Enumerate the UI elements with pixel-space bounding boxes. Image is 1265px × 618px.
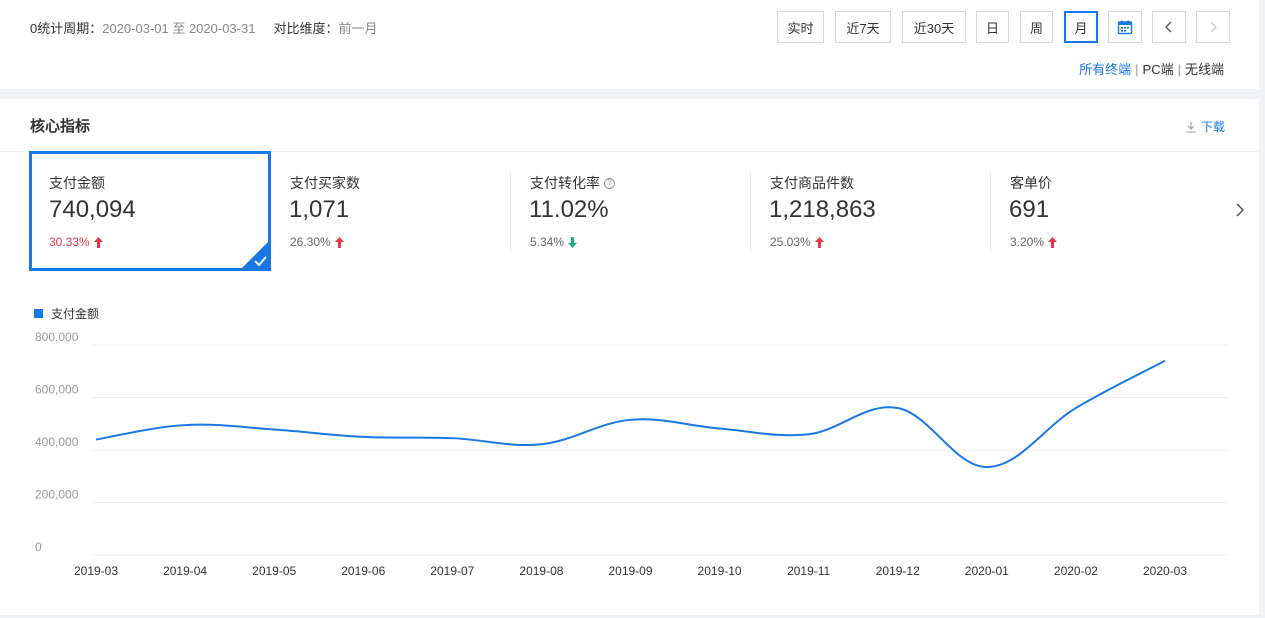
terminal-all[interactable]: 所有终端 bbox=[1079, 62, 1131, 77]
compare-value: 前一月 bbox=[338, 21, 378, 36]
data-point[interactable] bbox=[1074, 406, 1078, 410]
line-chart: 800,000 600,000 400,000 200,000 0 2019-03 2019… bbox=[35, 330, 1228, 578]
x-tick-label: 2020-02 bbox=[1054, 564, 1098, 578]
calendar-icon bbox=[1117, 20, 1133, 35]
x-tick-label: 2020-03 bbox=[1143, 564, 1187, 578]
x-tick-label: 2019-06 bbox=[341, 564, 385, 578]
x-tick-label: 2019-11 bbox=[787, 564, 830, 578]
data-point[interactable] bbox=[985, 465, 989, 469]
terminal-switch: 所有终端 | PC端 | 无线端 bbox=[1079, 62, 1224, 77]
x-tick-label: 2019-05 bbox=[252, 564, 296, 578]
period-week-button[interactable]: 周 bbox=[1020, 11, 1053, 43]
y-tick-label: 200,000 bbox=[35, 488, 79, 502]
x-tick-label: 2019-03 bbox=[74, 564, 118, 578]
period-label: 0统计周期： bbox=[30, 21, 103, 36]
period-realtime-button[interactable]: 实时 bbox=[777, 11, 824, 43]
x-tick-label: 2019-12 bbox=[876, 564, 920, 578]
data-point[interactable] bbox=[1163, 359, 1167, 363]
y-tick-label: 600,000 bbox=[35, 383, 79, 397]
period-range: 2020-03-01 至 2020-03-31 bbox=[102, 21, 256, 36]
period-30days-button[interactable]: 近30天 bbox=[902, 11, 966, 43]
period-7days-button[interactable]: 近7天 bbox=[835, 11, 891, 43]
data-point[interactable] bbox=[896, 406, 900, 410]
period-info: 0统计周期：2020-03-01 至 2020-03-31 对比维度：前一月 bbox=[30, 18, 378, 37]
chevron-left-icon bbox=[1165, 21, 1172, 33]
terminal-wireless[interactable]: 无线端 bbox=[1185, 62, 1224, 77]
next-period-button[interactable] bbox=[1196, 11, 1230, 43]
x-tick-label: 2019-10 bbox=[698, 564, 742, 578]
x-tick-label: 2020-01 bbox=[965, 564, 1009, 578]
data-point[interactable] bbox=[450, 436, 454, 440]
prev-period-button[interactable] bbox=[1152, 11, 1186, 43]
calendar-button[interactable] bbox=[1108, 11, 1142, 43]
terminal-pc[interactable]: PC端 bbox=[1143, 62, 1174, 77]
core-metrics-panel: 核心指标 下载 支付金额 740,094 30.33% 支付买家数 1,071 … bbox=[0, 99, 1259, 615]
data-point[interactable] bbox=[539, 442, 543, 446]
series-line-payment-amount bbox=[95, 359, 1166, 469]
filter-panel: 0统计周期：2020-03-01 至 2020-03-31 对比维度：前一月 实时… bbox=[0, 0, 1259, 89]
y-tick-label: 400,000 bbox=[35, 435, 79, 449]
data-point[interactable] bbox=[94, 438, 98, 442]
x-tick-label: 2019-07 bbox=[430, 564, 474, 578]
data-point[interactable] bbox=[718, 426, 722, 430]
compare-label: 对比维度： bbox=[273, 21, 339, 36]
period-day-button[interactable]: 日 bbox=[976, 11, 1009, 43]
x-tick-label: 2019-04 bbox=[163, 564, 207, 578]
y-tick-label: 800,000 bbox=[35, 330, 79, 344]
data-point[interactable] bbox=[361, 435, 365, 439]
data-point[interactable] bbox=[272, 428, 276, 432]
x-tick-label: 2019-09 bbox=[608, 564, 652, 578]
period-month-button[interactable]: 月 bbox=[1064, 11, 1098, 43]
data-point[interactable] bbox=[183, 423, 187, 427]
data-point[interactable] bbox=[807, 432, 811, 436]
x-tick-label: 2019-08 bbox=[519, 564, 563, 578]
chevron-right-icon bbox=[1210, 21, 1217, 33]
data-point[interactable] bbox=[629, 418, 633, 422]
y-tick-label: 0 bbox=[35, 540, 42, 554]
